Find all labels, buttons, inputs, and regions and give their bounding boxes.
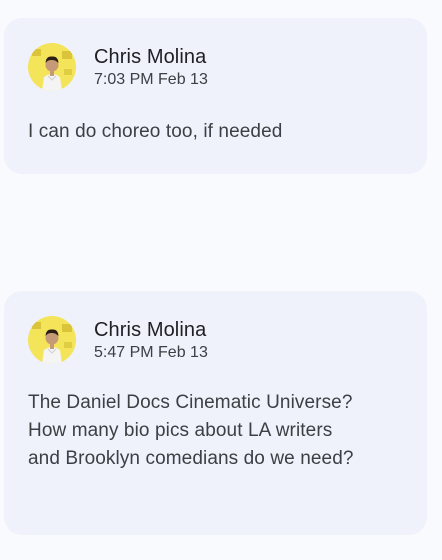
author-name[interactable]: Chris Molina	[94, 45, 208, 69]
message-text: I can do choreo too, if needed	[28, 121, 283, 142]
message-card: Chris Molina 7:03 PM Feb 13 I can do cho…	[4, 18, 427, 174]
avatar-photo-icon	[28, 43, 76, 91]
message-timestamp: 7:03 PM Feb 13	[94, 70, 208, 88]
message-header: Chris Molina 7:03 PM Feb 13	[28, 43, 208, 91]
avatar[interactable]	[28, 43, 76, 91]
message-card: Chris Molina 5:47 PM Feb 13 The Daniel D…	[4, 291, 427, 535]
avatar-photo-icon	[28, 316, 76, 364]
author-name[interactable]: Chris Molina	[94, 318, 208, 342]
message-text: The Daniel Docs Cinematic Universe? How …	[28, 392, 354, 469]
message-header: Chris Molina 5:47 PM Feb 13	[28, 316, 208, 364]
avatar[interactable]	[28, 316, 76, 364]
message-timestamp: 5:47 PM Feb 13	[94, 343, 208, 361]
